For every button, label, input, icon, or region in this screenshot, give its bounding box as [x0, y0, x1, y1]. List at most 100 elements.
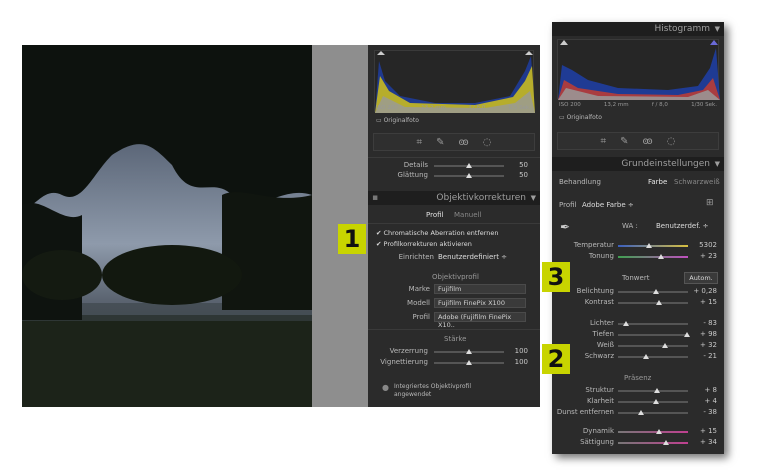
toggle-square[interactable]: ▪ [372, 191, 378, 205]
slider-thumb[interactable] [656, 429, 662, 434]
einrichten-select[interactable]: Benutzerdefiniert ÷ [438, 253, 507, 261]
original-toggle[interactable]: ▭ Originalfoto [376, 117, 419, 124]
slider-thumb[interactable] [646, 243, 652, 248]
left-develop-panel: ISO 200 13,2 mm f / 8,0 0,5 Sek. ▭ Origi… [368, 45, 540, 407]
crop-icon[interactable]: ⌗ [601, 136, 607, 147]
original-label: Originalfoto [566, 114, 602, 121]
photo-preview [22, 45, 312, 407]
wa-select[interactable]: Benutzerdef. ÷ [656, 222, 708, 230]
verzerrung-value: 100 [514, 347, 528, 355]
lichter-value: - 83 [703, 319, 717, 327]
slider-thumb[interactable] [643, 354, 649, 359]
vignettierung-label: Vignettierung [380, 358, 428, 366]
weiss-value: + 32 [700, 341, 717, 349]
belichtung-slider[interactable] [618, 289, 688, 294]
grid-icon[interactable]: ⊞ [706, 198, 714, 208]
slider-thumb[interactable] [653, 399, 659, 404]
section-header-basic[interactable]: Grundeinstellungen ▼ [552, 157, 724, 171]
glaettung-value: 50 [519, 171, 528, 179]
cb-aberration[interactable]: ✔ Chromatische Aberration entfernen [376, 229, 499, 237]
slider-thumb[interactable] [656, 300, 662, 305]
section-title: Grundeinstellungen [621, 159, 710, 169]
tonung-slider[interactable] [618, 254, 688, 259]
dunst-slider[interactable] [618, 410, 688, 415]
brush-icon[interactable]: ✎ [620, 136, 628, 147]
radial-icon[interactable]: ◌ [667, 136, 676, 147]
hist-meta: ISO 200 13,2 mm f / 8,0 0,5 Sek. [376, 105, 531, 111]
tonwert-label: Tonwert [622, 274, 650, 282]
auto-button[interactable]: Autom. [684, 272, 718, 284]
klarheit-value: + 4 [704, 397, 717, 405]
detail-value: 50 [519, 161, 528, 169]
saettigung-value: + 34 [700, 438, 717, 446]
histogram-header[interactable]: Histogramm ▼ [552, 22, 724, 36]
histogram [557, 39, 720, 100]
temperatur-slider[interactable] [618, 243, 688, 248]
collapse-icon[interactable]: ▼ [715, 157, 720, 171]
tiefen-slider[interactable] [618, 332, 690, 337]
slider-thumb[interactable] [654, 388, 660, 393]
detail-slider[interactable] [434, 163, 504, 168]
collapse-icon[interactable]: ▼ [715, 22, 720, 36]
struktur-label: Struktur [585, 386, 614, 394]
slider-thumb[interactable] [623, 321, 629, 326]
slider-thumb[interactable] [466, 349, 472, 354]
slider-thumb[interactable] [663, 440, 669, 445]
histogram [374, 50, 535, 113]
section-header-lens[interactable]: ▪ Objektivkorrekturen ▼ [368, 191, 540, 205]
profile-info: Integriertes Objektivprofil angewendet [394, 383, 471, 398]
praesenz-heading: Präsenz [624, 374, 652, 382]
dunst-value: - 38 [703, 408, 717, 416]
objektivprofil-heading: Objektivprofil [432, 273, 479, 281]
wa-label: WA : [622, 222, 638, 230]
weiss-slider[interactable] [618, 343, 688, 348]
kontrast-slider[interactable] [618, 300, 688, 305]
tiefen-label: Tiefen [592, 330, 614, 338]
profil-select[interactable]: Adobe Farbe ÷ [582, 201, 634, 209]
radial-icon[interactable]: ◌ [483, 137, 492, 148]
slider-thumb[interactable] [653, 289, 659, 294]
marke-select[interactable]: Fujifilm [434, 284, 526, 294]
original-label: Originalfoto [383, 117, 419, 124]
tab-profil[interactable]: Profil [426, 211, 443, 219]
original-toggle[interactable]: ▭ Originalfoto [559, 114, 602, 121]
slider-thumb[interactable] [466, 173, 472, 178]
slider-thumb[interactable] [466, 163, 472, 168]
brush-icon[interactable]: ✎ [436, 137, 444, 148]
saettigung-label: Sättigung [580, 438, 614, 446]
slider-thumb[interactable] [466, 360, 472, 365]
lichter-slider[interactable] [618, 321, 688, 326]
klarheit-slider[interactable] [618, 399, 688, 404]
redeye-icon[interactable]: ꙭ [459, 137, 469, 148]
treatment-sw[interactable]: Schwarzweiß [674, 178, 720, 186]
tonung-value: + 23 [700, 252, 717, 260]
saettigung-slider[interactable] [618, 440, 688, 445]
struktur-slider[interactable] [618, 388, 688, 393]
tab-manuell[interactable]: Manuell [454, 211, 481, 219]
marke-label: Marke [408, 285, 430, 293]
redeye-icon[interactable]: ꙭ [643, 136, 653, 147]
verzerrung-slider[interactable] [434, 349, 504, 354]
schwarz-slider[interactable] [618, 354, 688, 359]
vignettierung-slider[interactable] [434, 360, 504, 365]
slider-thumb[interactable] [658, 254, 664, 259]
slider-thumb[interactable] [638, 410, 644, 415]
cb-profile[interactable]: ✔ Profilkorrekturen aktivieren [376, 240, 472, 248]
glaettung-slider[interactable] [434, 173, 504, 178]
detail-label: Details [403, 161, 428, 169]
temperatur-value: 5302 [699, 241, 717, 249]
dunst-label: Dunst entfernen [556, 408, 614, 416]
eyedropper-icon[interactable]: ✒ [560, 220, 570, 234]
crop-icon[interactable]: ⌗ [417, 137, 423, 148]
section-title: Objektivkorrekturen [436, 193, 526, 203]
aperture: f / 8,0 [651, 102, 668, 108]
profil-select[interactable]: Adobe (Fujifilm FinePix X10.. [434, 312, 526, 329]
callout-badge-2: 2 [542, 344, 570, 374]
collapse-icon[interactable]: ▼ [531, 191, 536, 205]
modell-select[interactable]: Fujifilm FinePix X100 [434, 298, 526, 308]
dynamik-slider[interactable] [618, 429, 688, 434]
slider-thumb[interactable] [662, 343, 668, 348]
callout-badge-3: 3 [542, 262, 570, 292]
treatment-farbe[interactable]: Farbe [648, 178, 667, 186]
dynamik-value: + 15 [700, 427, 717, 435]
